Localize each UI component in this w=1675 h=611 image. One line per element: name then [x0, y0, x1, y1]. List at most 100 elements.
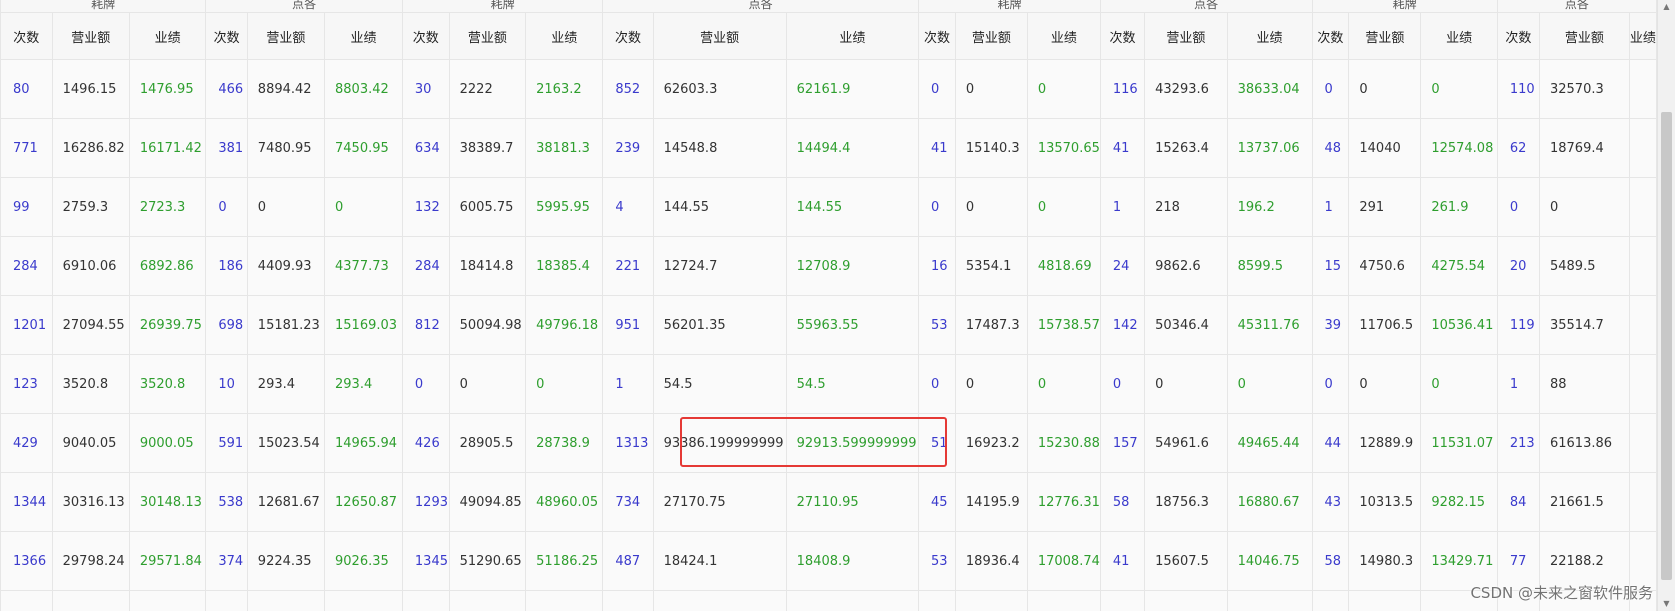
revenue-cell: 54.5 [653, 354, 787, 414]
header-performance[interactable]: 业绩 [1629, 12, 1657, 60]
header-count[interactable]: 次数 [1100, 12, 1146, 60]
scroll-down-arrow-icon[interactable]: ▼ [1658, 597, 1675, 611]
performance-cell: 4818.69 [1027, 236, 1101, 296]
header-revenue[interactable]: 营业额 [52, 12, 130, 60]
scroll-thumb[interactable] [1661, 112, 1672, 580]
performance-cell: 29571.84 [129, 531, 207, 591]
count-cell: 53 [918, 295, 956, 355]
revenue-cell: 12724.7 [653, 236, 787, 296]
scroll-up-arrow-icon[interactable]: ▲ [1658, 0, 1675, 14]
header-sub-row: 次数 营业额 业绩 次数 营业额 业绩 次数 营业额 业绩 次数 营业额 业绩 次数 营业额 业绩 次数 营业额… [0, 12, 1657, 60]
revenue-cell: 14548.8 [653, 118, 787, 178]
count-cell: 374 [205, 531, 248, 591]
count-cell: 634 [402, 118, 450, 178]
header-revenue[interactable]: 营业额 [1348, 12, 1422, 60]
performance-cell: 49796.18 [525, 295, 604, 355]
count-cell [918, 590, 956, 611]
revenue-cell: 293.4 [247, 354, 326, 414]
count-cell: 0 [205, 177, 248, 237]
performance-cell: 55963.55 [786, 295, 920, 355]
revenue-cell: 15023.54 [247, 413, 326, 473]
revenue-cell: 0 [1144, 354, 1228, 414]
header-performance[interactable]: 业绩 [1027, 12, 1101, 60]
header-revenue[interactable]: 营业额 [1144, 12, 1228, 60]
revenue-cell: 18756.3 [1144, 472, 1228, 532]
performance-cell: 16880.67 [1227, 472, 1313, 532]
performance-cell: 26939.75 [129, 295, 207, 355]
count-cell: 429 [0, 413, 53, 473]
header-performance[interactable]: 业绩 [1227, 12, 1313, 60]
revenue-cell: 2759.3 [52, 177, 130, 237]
count-cell [1497, 590, 1540, 611]
count-cell: 698 [205, 295, 248, 355]
performance-cell: 1476.95 [129, 59, 207, 119]
header-count[interactable]: 次数 [1497, 12, 1540, 60]
count-cell: 123 [0, 354, 53, 414]
header-revenue[interactable]: 营业额 [955, 12, 1028, 60]
performance-cell: 0 [324, 177, 403, 237]
count-cell: 284 [402, 236, 450, 296]
count-cell: 58 [1100, 472, 1146, 532]
header-group-row: 耗牌 点各 耗牌 点各 耗牌 点各 耗牌 点各 [0, 0, 1657, 13]
revenue-cell: 51290.65 [449, 531, 527, 591]
header-revenue[interactable]: 营业额 [247, 12, 326, 60]
header-group-3: 点各 [602, 0, 920, 13]
performance-cell: 196.2 [1227, 177, 1313, 237]
count-cell: 44 [1312, 413, 1350, 473]
count-cell: 119 [1497, 295, 1540, 355]
header-performance[interactable]: 业绩 [525, 12, 604, 60]
revenue-cell: 17487.3 [955, 295, 1028, 355]
revenue-cell: 61613.86 [1539, 413, 1630, 473]
header-count[interactable]: 次数 [918, 12, 956, 60]
performance-cell: 30148.13 [129, 472, 207, 532]
performance-cell: 9282.15 [1420, 472, 1498, 532]
revenue-cell: 0 [955, 354, 1028, 414]
revenue-cell: 0 [449, 354, 527, 414]
count-cell: 24 [1100, 236, 1146, 296]
revenue-cell: 54961.6 [1144, 413, 1228, 473]
performance-cell: 5995.95 [525, 177, 604, 237]
revenue-cell: 218 [1144, 177, 1228, 237]
performance-cell [1629, 118, 1657, 178]
count-cell: 0 [918, 177, 956, 237]
header-count[interactable]: 次数 [602, 12, 654, 60]
header-revenue[interactable]: 营业额 [1539, 12, 1630, 60]
performance-cell: 27110.95 [786, 472, 920, 532]
revenue-cell: 28905.5 [449, 413, 527, 473]
performance-cell: 12776.31 [1027, 472, 1101, 532]
header-performance[interactable]: 业绩 [129, 12, 207, 60]
revenue-cell: 291 [1348, 177, 1422, 237]
performance-cell: 14965.94 [324, 413, 403, 473]
performance-cell: 0 [1227, 354, 1313, 414]
revenue-cell: 3520.8 [52, 354, 130, 414]
performance-cell: 14494.4 [786, 118, 920, 178]
header-performance[interactable]: 业绩 [786, 12, 920, 60]
header-performance[interactable]: 业绩 [1420, 12, 1498, 60]
count-cell: 1366 [0, 531, 53, 591]
header-revenue[interactable]: 营业额 [449, 12, 527, 60]
performance-cell: 13570.65 [1027, 118, 1101, 178]
count-cell: 110 [1497, 59, 1540, 119]
count-cell: 852 [602, 59, 654, 119]
header-performance[interactable]: 业绩 [324, 12, 403, 60]
header-revenue[interactable]: 营业额 [653, 12, 787, 60]
count-cell: 80 [0, 59, 53, 119]
revenue-cell: 14980.3 [1348, 531, 1422, 591]
header-count[interactable]: 次数 [1312, 12, 1350, 60]
header-count[interactable]: 次数 [0, 12, 53, 60]
revenue-cell: 27170.75 [653, 472, 787, 532]
header-group-0: 耗牌 [0, 0, 207, 13]
revenue-cell: 5489.5 [1539, 236, 1630, 296]
count-cell: 41 [1100, 531, 1146, 591]
performance-cell [1629, 354, 1657, 414]
performance-cell: 293.4 [324, 354, 403, 414]
vertical-scrollbar[interactable]: ▲ ▼ [1657, 0, 1675, 611]
header-count[interactable]: 次数 [402, 12, 450, 60]
performance-cell: 0 [525, 354, 604, 414]
table-row: 123 3520.8 3520.8 10 293.4 293.4 0 0 0 1 54.5 54.5 0… [0, 354, 1657, 414]
performance-cell: 7450.95 [324, 118, 403, 178]
performance-cell: 0 [1027, 59, 1101, 119]
header-count[interactable]: 次数 [205, 12, 248, 60]
count-cell: 77 [1497, 531, 1540, 591]
revenue-cell: 32570.3 [1539, 59, 1630, 119]
